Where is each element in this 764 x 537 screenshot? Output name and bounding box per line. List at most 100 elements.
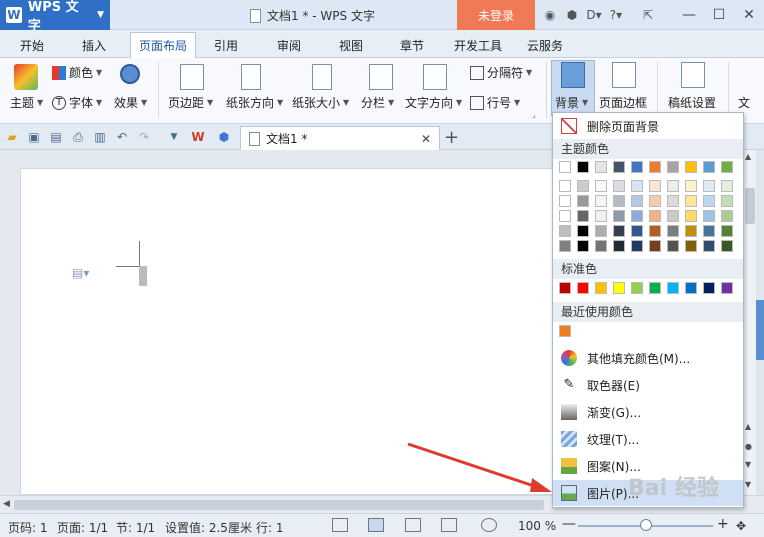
theme-color-swatch[interactable]: [721, 180, 733, 192]
print-preview-icon[interactable]: ▥: [92, 129, 108, 145]
help-icon[interactable]: ?▾: [606, 5, 626, 25]
theme-color-swatch[interactable]: [577, 180, 589, 192]
theme-color-swatch[interactable]: [685, 225, 697, 237]
theme-color-swatch[interactable]: [649, 161, 661, 173]
theme-color-swatch[interactable]: [721, 225, 733, 237]
columns-icon[interactable]: [369, 64, 393, 90]
theme-color-swatch[interactable]: [667, 240, 679, 252]
theme-color-swatch[interactable]: [649, 210, 661, 222]
text-direction-button[interactable]: 文字方向 ▼: [405, 94, 462, 111]
theme-color-swatch[interactable]: [631, 210, 643, 222]
minimize-icon[interactable]: —: [674, 0, 704, 30]
theme-color-swatch[interactable]: [631, 195, 643, 207]
customize-dropdown-icon[interactable]: ▼: [166, 129, 182, 145]
theme-color-swatch[interactable]: [577, 210, 589, 222]
theme-color-swatch[interactable]: [631, 240, 643, 252]
theme-color-swatch[interactable]: [559, 161, 571, 173]
prev-page-icon[interactable]: ▲: [745, 422, 751, 431]
theme-color-swatch[interactable]: [721, 210, 733, 222]
theme-color-swatch[interactable]: [631, 161, 643, 173]
page-border-button[interactable]: 页面边框: [599, 94, 647, 111]
theme-color-swatch[interactable]: [559, 180, 571, 192]
eye-protection-icon[interactable]: [481, 518, 497, 532]
task-pane-toggle[interactable]: [756, 300, 764, 360]
theme-color-swatch[interactable]: [685, 180, 697, 192]
page-border-icon[interactable]: [612, 62, 636, 88]
margins-icon[interactable]: [180, 64, 204, 90]
theme-color-swatch[interactable]: [703, 240, 715, 252]
theme-color-swatch[interactable]: [667, 210, 679, 222]
scroll-left-icon[interactable]: ◀: [3, 499, 10, 509]
save-icon[interactable]: ▣: [26, 129, 42, 145]
scroll-thumb[interactable]: [14, 500, 544, 510]
new-tab-button[interactable]: +: [444, 127, 459, 148]
theme-color-swatch[interactable]: [595, 195, 607, 207]
theme-color-swatch[interactable]: [685, 210, 697, 222]
standard-color-swatch[interactable]: [631, 282, 643, 294]
effects-button[interactable]: 效果 ▼: [114, 94, 147, 111]
theme-color-swatch[interactable]: [613, 210, 625, 222]
theme-color-swatch[interactable]: [667, 161, 679, 173]
theme-color-swatch[interactable]: [721, 195, 733, 207]
tab-references[interactable]: 引用: [214, 34, 238, 57]
theme-color-swatch[interactable]: [685, 161, 697, 173]
scroll-down-icon[interactable]: ▼: [745, 480, 751, 489]
theme-color-swatch[interactable]: [577, 225, 589, 237]
breaks-button[interactable]: 分隔符 ▼: [470, 64, 532, 81]
orientation-icon[interactable]: [241, 64, 261, 90]
skin-icon[interactable]: ◉: [540, 5, 560, 25]
tab-view[interactable]: 视图: [339, 34, 363, 57]
paper-setup-button[interactable]: 稿纸设置: [668, 94, 716, 111]
more-button[interactable]: 文: [738, 94, 750, 111]
text-direction-icon[interactable]: [423, 64, 447, 90]
undo-icon[interactable]: ↶: [114, 129, 130, 145]
zoom-slider-knob[interactable]: [640, 519, 652, 531]
standard-color-swatch[interactable]: [595, 282, 607, 294]
theme-color-swatch[interactable]: [577, 161, 589, 173]
theme-color-swatch[interactable]: [595, 161, 607, 173]
theme-color-swatch[interactable]: [631, 180, 643, 192]
theme-color-swatch[interactable]: [703, 225, 715, 237]
app-menu-button[interactable]: W WPS 文字 ▼: [0, 0, 110, 34]
more-fill-colors-item[interactable]: 其他填充颜色(M)...: [553, 345, 743, 371]
theme-color-swatch[interactable]: [559, 225, 571, 237]
maximize-icon[interactable]: ☐: [704, 0, 734, 30]
restore-view-icon[interactable]: ⇱: [638, 5, 658, 25]
tab-page-layout[interactable]: 页面布局: [130, 32, 197, 60]
close-icon[interactable]: ✕: [734, 0, 764, 30]
close-tab-icon[interactable]: ✕: [421, 132, 431, 146]
standard-color-swatch[interactable]: [685, 282, 697, 294]
font-button[interactable]: T 字体 ▼: [52, 94, 102, 111]
open-icon[interactable]: ▰: [4, 129, 20, 145]
paper-size-button[interactable]: 纸张大小 ▼: [292, 94, 349, 111]
remove-background-item[interactable]: 删除页面背景: [553, 113, 743, 139]
standard-color-swatch[interactable]: [613, 282, 625, 294]
tab-insert[interactable]: 插入: [82, 34, 106, 57]
zoom-out-icon[interactable]: —: [562, 516, 576, 532]
paragraph-handle-icon[interactable]: ▤▾: [72, 266, 89, 280]
theme-color-swatch[interactable]: [613, 161, 625, 173]
tab-chapter[interactable]: 章节: [400, 34, 424, 57]
background-icon[interactable]: [561, 62, 585, 88]
theme-button[interactable]: 主题 ▼: [10, 94, 43, 111]
orientation-button[interactable]: 纸张方向 ▼: [226, 94, 283, 111]
theme-color-swatch[interactable]: [631, 225, 643, 237]
theme-color-swatch[interactable]: [685, 240, 697, 252]
standard-color-swatch[interactable]: [721, 282, 733, 294]
scroll-up-icon[interactable]: ▲: [745, 152, 751, 161]
theme-color-swatch[interactable]: [703, 195, 715, 207]
resize-grip-icon[interactable]: ✥: [736, 519, 746, 533]
outline-view-icon[interactable]: [405, 518, 421, 532]
theme-color-swatch[interactable]: [577, 240, 589, 252]
background-button[interactable]: 背景 ▼: [555, 94, 588, 111]
standard-color-swatch[interactable]: [577, 282, 589, 294]
scroll-thumb[interactable]: [745, 188, 755, 224]
theme-color-swatch[interactable]: [595, 210, 607, 222]
dialog-launcher-icon[interactable]: ⌟: [532, 110, 536, 119]
login-button[interactable]: 未登录: [457, 0, 535, 30]
theme-color-swatch[interactable]: [577, 195, 589, 207]
standard-color-swatch[interactable]: [703, 282, 715, 294]
cube-icon[interactable]: ⬢: [562, 5, 582, 25]
cube-icon[interactable]: ⬢: [216, 129, 232, 145]
theme-color-swatch[interactable]: [703, 161, 715, 173]
